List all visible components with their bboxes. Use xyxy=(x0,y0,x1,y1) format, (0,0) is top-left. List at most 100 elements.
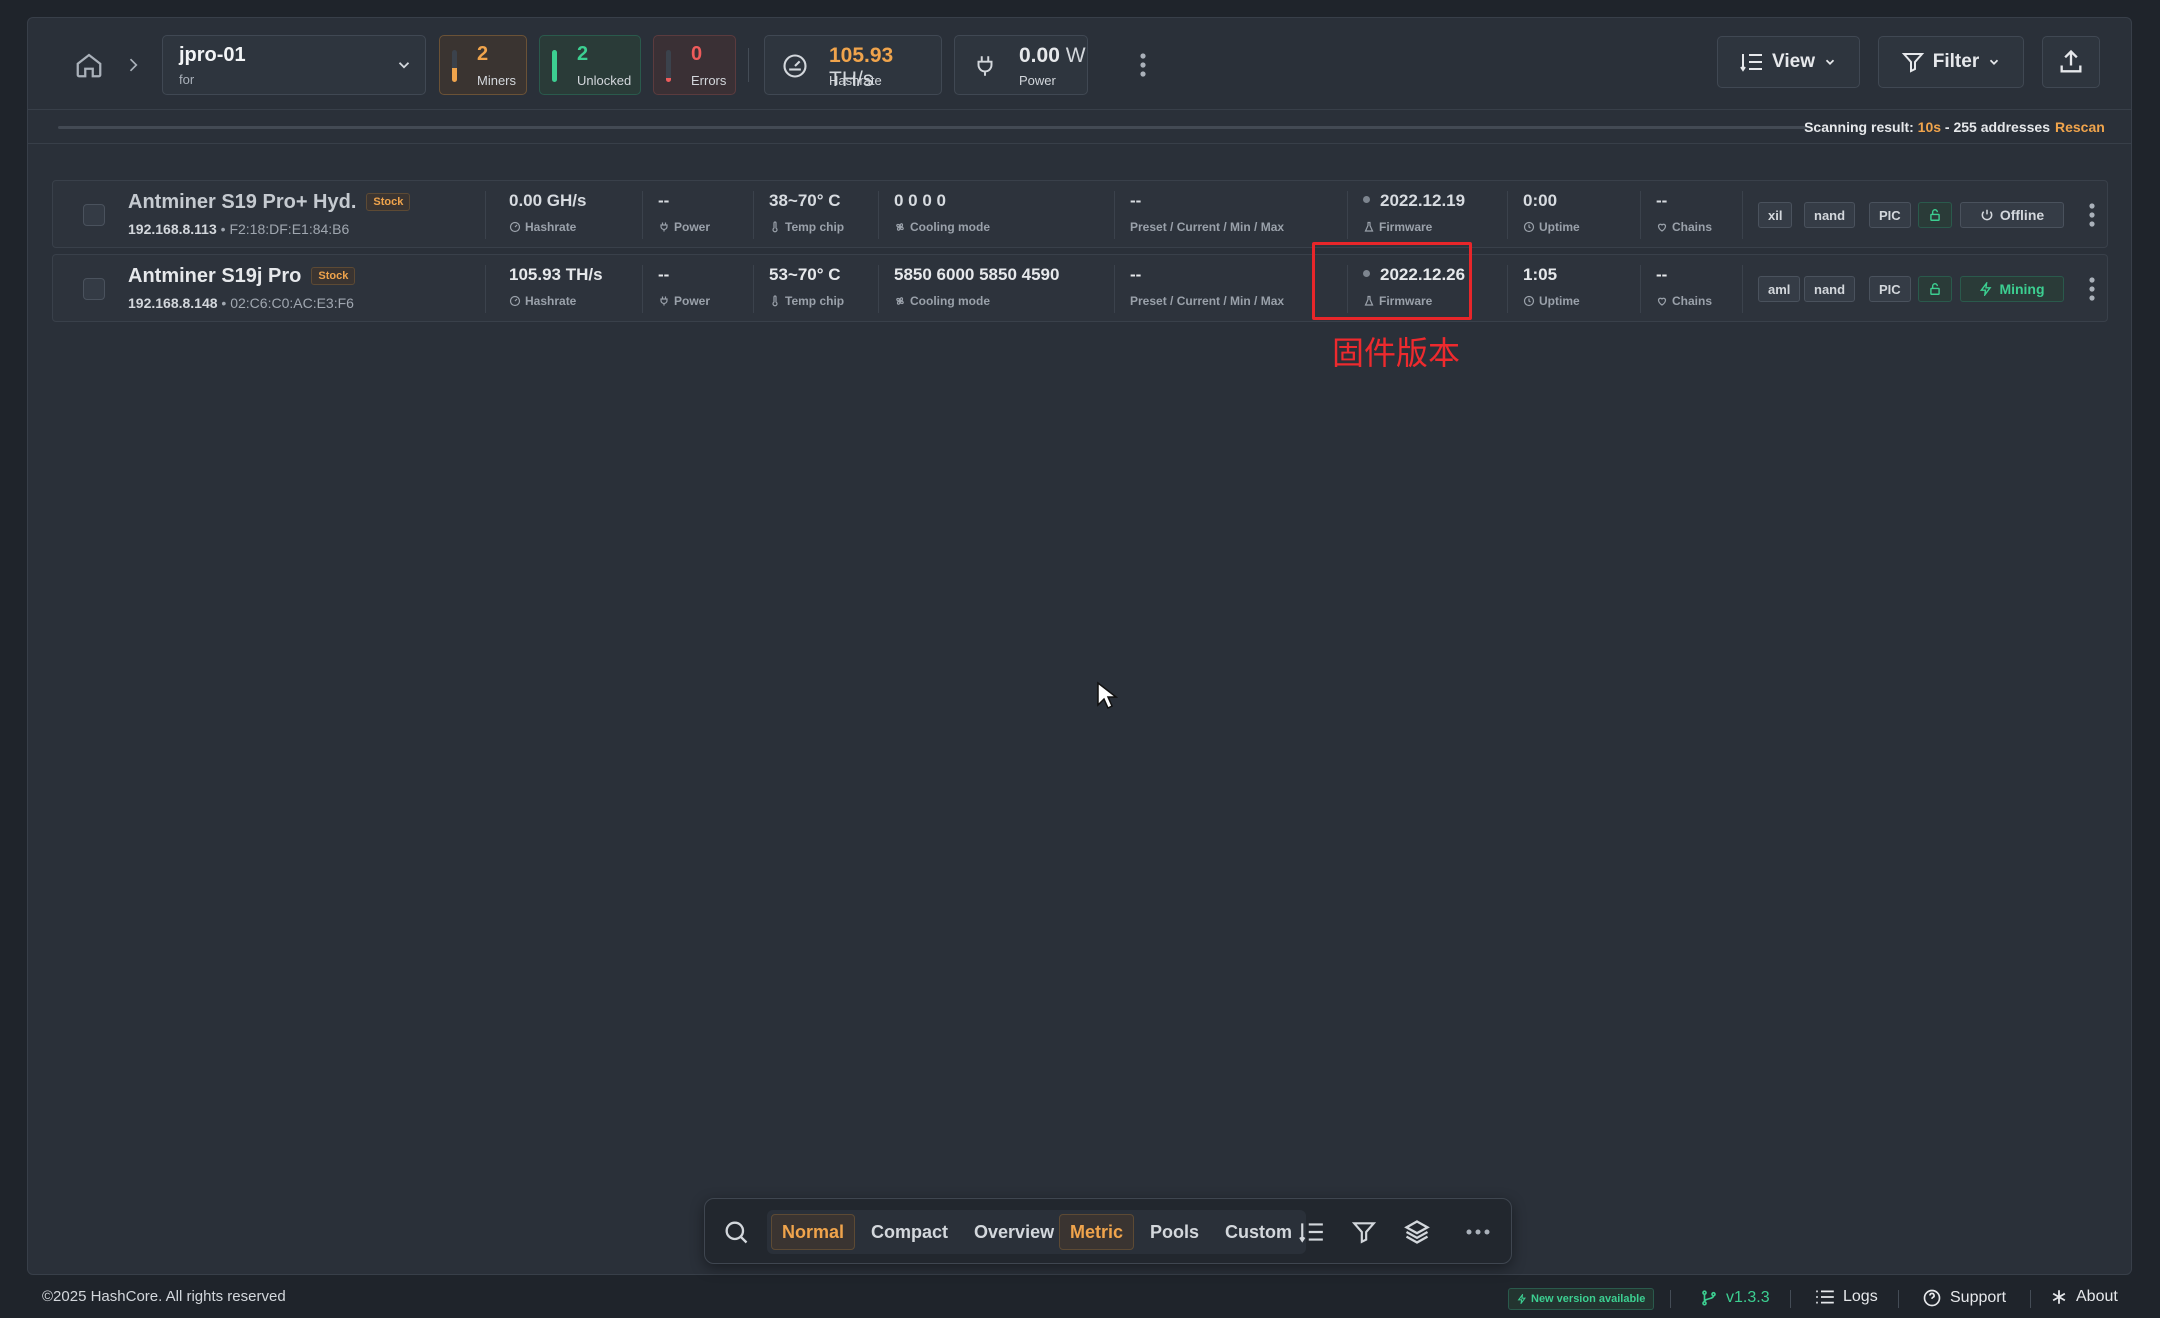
gauge-icon xyxy=(509,221,521,233)
layout-overview[interactable]: Overview xyxy=(964,1214,1064,1250)
miner-row[interactable]: Antminer S19j Pro Stock 192.168.8.148 • 0… xyxy=(52,254,2108,322)
funnel-icon[interactable] xyxy=(1349,1217,1379,1247)
workspace-subtitle: for xyxy=(179,72,195,87)
cooling-cell: 0 0 0 0 Cooling mode xyxy=(894,191,990,234)
temp-cell: 53~70° C Temp chip xyxy=(769,265,845,308)
unlock-icon[interactable] xyxy=(1918,202,1952,228)
unlocked-bar xyxy=(552,50,557,82)
firmware-cell: 2022.12.19 Firmware xyxy=(1363,191,1465,234)
unlocked-label: Unlocked xyxy=(577,73,632,88)
upload-icon xyxy=(2057,48,2085,76)
hashrate-summary: 105.93 TH/s Hashrate xyxy=(764,35,942,95)
footer: ©2025 HashCore. All rights reserved New … xyxy=(0,1276,2160,1318)
heart-icon xyxy=(1656,221,1668,233)
status-badge[interactable]: Mining xyxy=(1960,276,2064,302)
mode-pools[interactable]: Pools xyxy=(1140,1214,1209,1250)
thermometer-icon xyxy=(769,295,781,307)
layout-normal[interactable]: Normal xyxy=(771,1214,856,1250)
unlock-icon[interactable] xyxy=(1918,276,1952,302)
scan-bar: Scanning result: 10s - 255 addresses Res… xyxy=(28,110,2131,144)
nand-tag[interactable]: nand xyxy=(1804,202,1856,228)
export-button[interactable] xyxy=(2042,36,2100,88)
support-link[interactable]: Support xyxy=(1922,1288,2006,1308)
list-order-icon[interactable] xyxy=(1297,1217,1327,1247)
chip-tag[interactable]: aml xyxy=(1758,276,1801,302)
chip-tag[interactable]: xil xyxy=(1758,202,1793,228)
status-badge[interactable]: Offline xyxy=(1960,202,2064,228)
power-cell: -- Power xyxy=(658,265,711,308)
rescan-link[interactable]: Rescan xyxy=(2055,119,2105,135)
view-label: View xyxy=(1772,51,1815,72)
mode-custom[interactable]: Custom xyxy=(1215,1214,1302,1250)
stock-badge: Stock xyxy=(366,193,411,211)
clock-icon xyxy=(1523,221,1535,233)
hashrate-cell: 0.00 GH/s Hashrate xyxy=(509,191,587,234)
workspace-title: jpro-01 xyxy=(179,44,246,66)
miner-address: 192.168.8.148 • 02:C6:C0:AC:E3:F6 xyxy=(128,295,354,311)
plug-icon xyxy=(971,52,999,80)
chevron-right-icon xyxy=(120,50,146,80)
more-vertical-icon[interactable] xyxy=(1136,50,1150,80)
nand-tag[interactable]: nand xyxy=(1804,276,1856,302)
divider xyxy=(748,48,749,82)
scan-result: Scanning result: 10s - 255 addresses xyxy=(1804,119,2050,135)
funnel-icon xyxy=(1901,50,1925,74)
uptime-cell: 1:05 Uptime xyxy=(1523,265,1580,308)
miners-count: 2 xyxy=(477,43,489,65)
plug-icon xyxy=(658,295,670,307)
logs-link[interactable]: Logs xyxy=(1815,1288,1878,1306)
lightning-icon xyxy=(1979,282,1993,296)
unlocked-stat[interactable]: 2 Unlocked xyxy=(539,35,641,95)
pic-tag[interactable]: PIC xyxy=(1869,276,1911,302)
copyright: ©2025 HashCore. All rights reserved xyxy=(42,1288,286,1305)
branch-icon xyxy=(1700,1288,1718,1308)
about-link[interactable]: About xyxy=(2050,1288,2118,1306)
layers-icon[interactable] xyxy=(1402,1217,1432,1247)
power-icon xyxy=(1980,208,1994,222)
scan-progress xyxy=(58,126,1806,129)
errors-stat[interactable]: 0 Errors xyxy=(653,35,736,95)
list-icon xyxy=(1815,1289,1835,1305)
filter-label: Filter xyxy=(1932,51,1980,72)
power-label: Power xyxy=(1019,73,1056,88)
layout-switcher: Normal Compact Overview xyxy=(767,1210,1069,1254)
mode-metric[interactable]: Metric xyxy=(1059,1214,1135,1250)
app-window: jpro-01 for 2 Miners 2 Unlocked 0 Errors xyxy=(27,17,2132,1275)
more-vertical-icon[interactable] xyxy=(2087,275,2097,303)
header: jpro-01 for 2 Miners 2 Unlocked 0 Errors xyxy=(28,18,2131,110)
uptime-cell: 0:00 Uptime xyxy=(1523,191,1580,234)
home-icon[interactable] xyxy=(72,48,106,82)
filter-button[interactable]: Filter xyxy=(1878,36,2024,88)
hashrate-label: Hashrate xyxy=(829,73,882,88)
cooling-cell: 5850 6000 5850 4590 Cooling mode xyxy=(894,265,1060,308)
flask-icon xyxy=(1363,221,1375,233)
miners-stat[interactable]: 2 Miners xyxy=(439,35,527,95)
workspace-select[interactable]: jpro-01 for xyxy=(162,35,426,95)
chains-cell: -- Chains xyxy=(1656,191,1713,234)
miner-row[interactable]: Antminer S19 Pro+ Hyd. Stock 192.168.8.11… xyxy=(52,180,2108,248)
version-link[interactable]: v1.3.3 xyxy=(1700,1288,1770,1308)
annotation-box xyxy=(1312,242,1472,320)
temp-cell: 38~70° C Temp chip xyxy=(769,191,845,234)
more-vertical-icon[interactable] xyxy=(2087,201,2097,229)
gauge-icon xyxy=(509,295,521,307)
fan-icon xyxy=(894,221,906,233)
miner-name: Antminer S19 Pro+ Hyd. Stock xyxy=(128,191,411,214)
miner-name: Antminer S19j Pro Stock xyxy=(128,265,356,288)
chevron-down-icon xyxy=(1987,55,2001,69)
chevron-down-icon xyxy=(1823,55,1837,69)
heart-icon xyxy=(1656,295,1668,307)
annotation-label: 固件版本 xyxy=(1332,334,1461,372)
search-icon[interactable] xyxy=(721,1217,751,1247)
hashrate-cell: 105.93 TH/s Hashrate xyxy=(509,265,603,308)
power-total: 0.00 W xyxy=(1019,44,1086,67)
new-version-badge[interactable]: New version available xyxy=(1508,1288,1655,1310)
more-horizontal-icon[interactable] xyxy=(1463,1217,1493,1247)
miners-label: Miners xyxy=(477,73,517,88)
view-button[interactable]: View xyxy=(1717,36,1860,88)
row-checkbox[interactable] xyxy=(83,204,105,226)
row-checkbox[interactable] xyxy=(83,278,105,300)
layout-compact[interactable]: Compact xyxy=(861,1214,958,1250)
pic-tag[interactable]: PIC xyxy=(1869,202,1911,228)
clock-icon xyxy=(1523,295,1535,307)
